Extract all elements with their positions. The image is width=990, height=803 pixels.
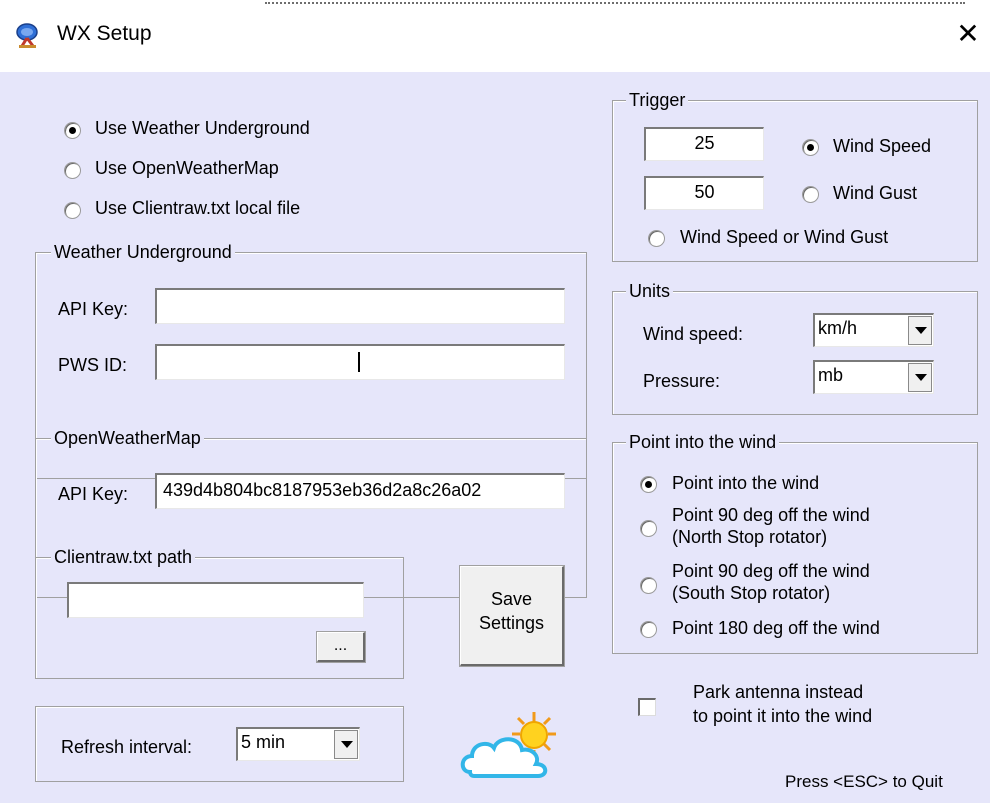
radio-label-90-south-line1: Point 90 deg off the wind xyxy=(672,561,870,581)
refresh-interval-value: 5 min xyxy=(241,732,286,752)
wind-speed-units-select[interactable]: km/h xyxy=(813,313,934,347)
wu-api-key-input[interactable] xyxy=(155,288,565,324)
wind-speed-units-value: km/h xyxy=(818,318,858,338)
refresh-interval-dropdown-button[interactable] xyxy=(334,730,358,759)
text-caret xyxy=(358,352,360,372)
openweathermap-group-title: OpenWeatherMap xyxy=(51,428,204,449)
pressure-units-label: Pressure: xyxy=(643,371,721,391)
refresh-interval-select[interactable]: 5 min xyxy=(236,727,360,761)
refresh-interval-label: Refresh interval: xyxy=(61,737,193,757)
owm-api-key-label: API Key: xyxy=(58,484,129,504)
park-antenna-checkbox[interactable] xyxy=(638,698,656,716)
radio-label-clientraw: Use Clientraw.txt local file xyxy=(95,198,301,218)
dialog-body: Use Weather Underground Use OpenWeatherM… xyxy=(0,72,990,803)
radio-label-90-south-line2: (South Stop rotator) xyxy=(672,583,831,603)
radio-use-clientraw[interactable] xyxy=(64,202,81,219)
radio-use-openweathermap[interactable] xyxy=(64,162,81,179)
wind-speed-threshold-input[interactable]: 25 xyxy=(644,127,764,161)
park-antenna-label-line2: to point it into the wind xyxy=(693,706,873,726)
radio-label-point-into-wind: Point into the wind xyxy=(672,473,820,493)
wind-speed-units-dropdown-button[interactable] xyxy=(908,316,932,345)
park-antenna-label-line1: Park antenna instead xyxy=(693,682,864,702)
point-into-wind-group-title: Point into the wind xyxy=(626,432,780,453)
radio-point-into-wind[interactable] xyxy=(640,476,657,493)
radio-label-point-180: Point 180 deg off the wind xyxy=(672,618,880,638)
pressure-units-dropdown-button[interactable] xyxy=(908,363,932,392)
clientraw-group-title: Clientraw.txt path xyxy=(51,547,196,568)
radio-trigger-speed-or-gust[interactable] xyxy=(648,230,665,247)
title-bar: WX Setup ✕ xyxy=(0,0,990,73)
wu-api-key-label: API Key: xyxy=(58,299,129,319)
wu-pws-id-label: PWS ID: xyxy=(58,355,128,375)
radio-label-90-north-line2: (North Stop rotator) xyxy=(672,527,828,547)
satellite-dish-icon xyxy=(16,23,38,48)
radio-point-90-south[interactable] xyxy=(640,577,657,594)
radio-label-weather-underground: Use Weather Underground xyxy=(95,118,310,138)
browse-button[interactable]: ... xyxy=(316,631,366,663)
trigger-group-title: Trigger xyxy=(626,90,689,111)
title-bar-dotted-line xyxy=(265,2,965,6)
radio-label-speed-or-gust: Wind Speed or Wind Gust xyxy=(680,227,889,247)
pressure-units-value: mb xyxy=(818,365,844,385)
radio-use-weather-underground[interactable] xyxy=(64,122,81,139)
save-button-line1: Save xyxy=(490,589,533,609)
weather-underground-group-title: Weather Underground xyxy=(51,242,235,263)
wu-pws-id-input[interactable] xyxy=(155,344,565,380)
radio-point-90-north[interactable] xyxy=(640,520,657,537)
save-button-line2: Settings xyxy=(478,613,545,633)
wind-gust-threshold-input[interactable]: 50 xyxy=(644,176,764,210)
window-title: WX Setup xyxy=(57,22,152,45)
owm-api-key-input[interactable]: 439d4b804bc8187953eb36d2a8c26a02 xyxy=(155,473,565,509)
radio-trigger-wind-gust[interactable] xyxy=(802,186,819,203)
pressure-units-select[interactable]: mb xyxy=(813,360,934,394)
radio-trigger-wind-speed[interactable] xyxy=(802,139,819,156)
sun-behind-cloud-icon xyxy=(460,712,556,778)
save-settings-button[interactable]: Save Settings xyxy=(459,565,565,667)
radio-label-openweathermap: Use OpenWeatherMap xyxy=(95,158,279,178)
radio-point-180[interactable] xyxy=(640,621,657,638)
radio-label-wind-gust: Wind Gust xyxy=(833,183,918,203)
radio-label-wind-speed: Wind Speed xyxy=(833,136,932,156)
wind-speed-units-label: Wind speed: xyxy=(643,324,744,344)
close-button[interactable]: ✕ xyxy=(952,18,984,50)
clientraw-path-input[interactable] xyxy=(67,582,364,618)
units-group-title: Units xyxy=(626,281,674,302)
radio-label-90-north-line1: Point 90 deg off the wind xyxy=(672,505,870,525)
esc-quit-hint: Press <ESC> to Quit xyxy=(785,772,943,791)
units-group xyxy=(612,291,978,415)
